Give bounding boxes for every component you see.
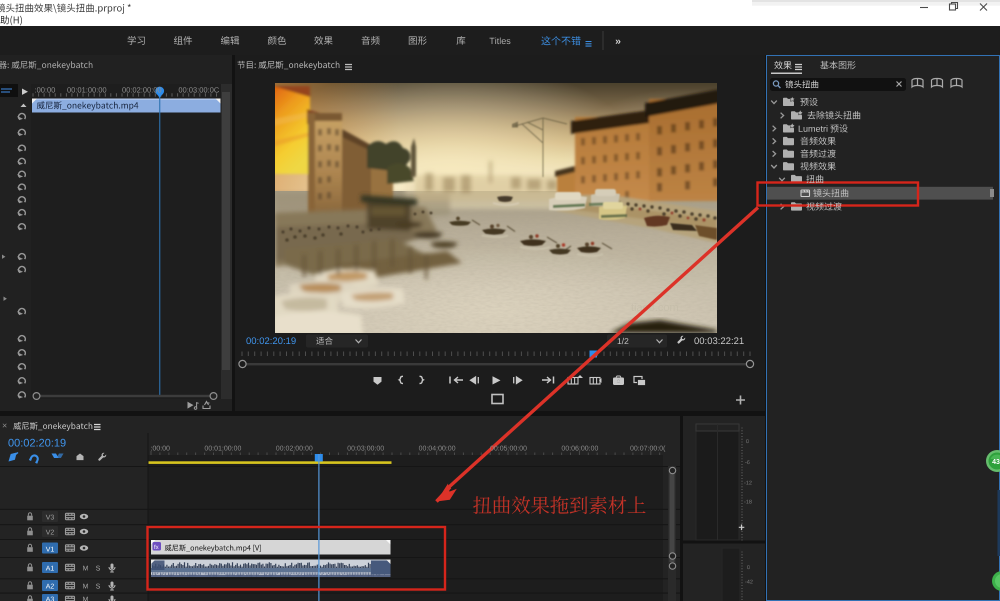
- svg-text:43: 43: [992, 459, 1000, 466]
